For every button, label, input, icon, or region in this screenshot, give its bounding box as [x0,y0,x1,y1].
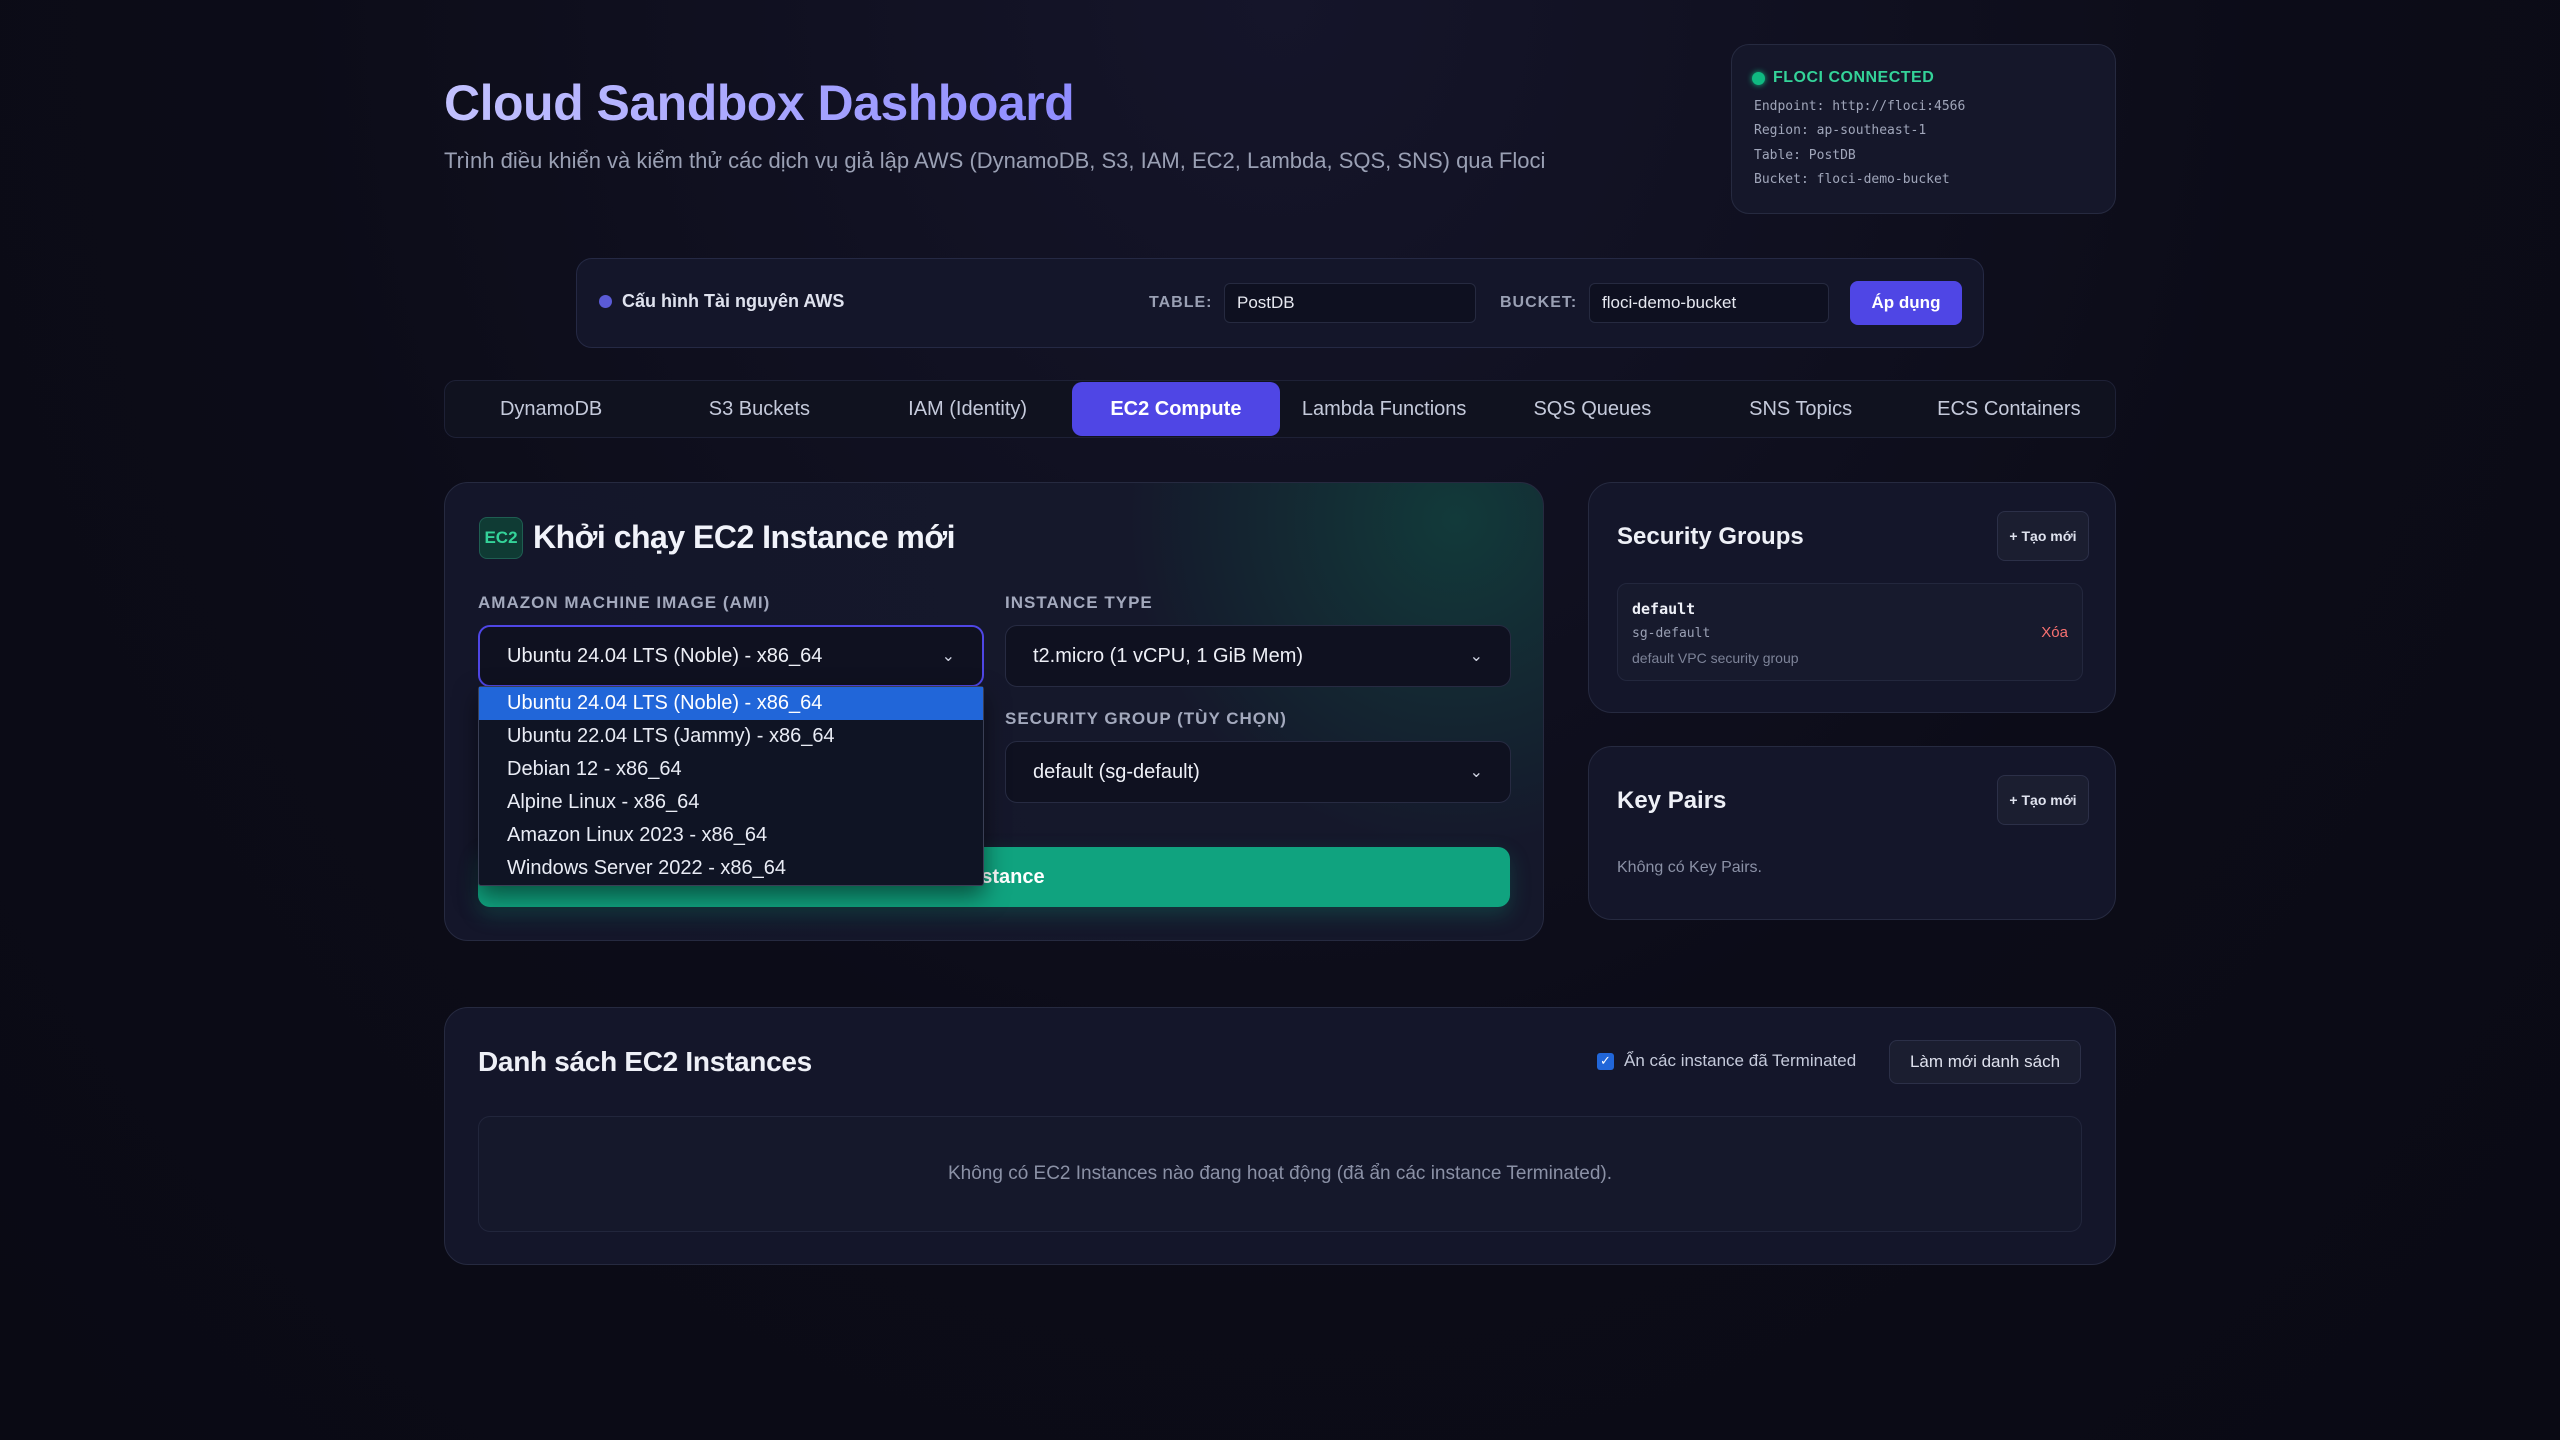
hide-terminated-label: Ẩn các instance đã Terminated [1624,1051,1857,1070]
checkbox-checked-icon[interactable]: ✓ [1597,1052,1614,1070]
tab-ecs-containers[interactable]: ECS Containers [1905,382,2113,436]
security-groups-card: Security Groups + Tạo mới default sg-def… [1588,482,2116,713]
key-pairs-card: Key Pairs + Tạo mới Không có Key Pairs. [1588,746,2116,920]
table-field-label: TABLE: [1149,294,1213,311]
instance-type-select[interactable]: t2.micro (1 vCPU, 1 GiB Mem) ⌄ [1005,625,1511,687]
instance-type-label: INSTANCE TYPE [1005,593,1153,612]
tab-dynamodb[interactable]: DynamoDB [447,382,655,436]
chevron-down-icon: ⌄ [1469,764,1483,781]
instances-card: Danh sách EC2 Instances ✓ Ẩn các instanc… [444,1007,2116,1265]
security-groups-title: Security Groups [1617,523,1804,550]
tab-ec2-compute[interactable]: EC2 Compute [1071,382,1280,436]
ami-option[interactable]: Ubuntu 22.04 LTS (Jammy) - x86_64 [479,720,983,753]
new-security-group-button[interactable]: + Tạo mới [1997,511,2089,561]
ec2-icon: EC2 [479,517,523,559]
status-dot-icon [1752,71,1765,85]
ami-option[interactable]: Windows Server 2022 - x86_64 [479,852,983,885]
security-group-name: default [1632,600,1696,618]
tab-s3-buckets[interactable]: S3 Buckets [655,382,863,436]
new-key-pair-button[interactable]: + Tạo mới [1997,775,2089,825]
connection-card: FLOCI CONNECTED Endpoint: http://floci:4… [1731,44,2116,214]
resource-config-bar: Cấu hình Tài nguyên AWS TABLE: BUCKET: Á… [576,258,1984,348]
refresh-list-button[interactable]: Làm mới danh sách [1889,1040,2081,1084]
security-group-id: sg-default [1632,626,1711,641]
ami-option[interactable]: Alpine Linux - x86_64 [479,786,983,819]
ami-label: AMAZON MACHINE IMAGE (AMI) [478,593,771,612]
tab-lambda-functions[interactable]: Lambda Functions [1280,382,1488,436]
instances-title: Danh sách EC2 Instances [478,1046,812,1077]
delete-security-group-link[interactable]: Xóa [2041,624,2068,641]
config-title: Cấu hình Tài nguyên AWS [599,291,844,312]
ami-select[interactable]: Ubuntu 24.04 LTS (Noble) - x86_64 ⌄ [478,625,984,687]
tab-sqs-queues[interactable]: SQS Queues [1488,382,1696,436]
tab-sns-topics[interactable]: SNS Topics [1697,382,1905,436]
ami-option[interactable]: Amazon Linux 2023 - x86_64 [479,819,983,852]
bucket-input[interactable] [1589,283,1829,323]
page-subtitle: Trình điều khiển và kiểm thử các dịch vụ… [444,148,1546,173]
config-dot-icon [599,295,612,308]
page-title: Cloud Sandbox Dashboard [444,75,1075,131]
security-group-item: default sg-default default VPC security … [1617,583,2083,681]
config-title-label: Cấu hình Tài nguyên AWS [622,291,845,311]
bucket-field-label: BUCKET: [1500,294,1578,311]
security-group-value: default (sg-default) [1033,760,1200,783]
ami-option[interactable]: Debian 12 - x86_64 [479,753,983,786]
chevron-down-icon: ⌄ [1469,648,1483,665]
table-input[interactable] [1224,283,1476,323]
connection-table: Table: PostDB [1754,148,1856,163]
ami-option[interactable]: Ubuntu 24.04 LTS (Noble) - x86_64 [479,687,983,720]
hide-terminated-toggle[interactable]: ✓ Ẩn các instance đã Terminated [1597,1051,1856,1071]
instance-type-value: t2.micro (1 vCPU, 1 GiB Mem) [1033,644,1304,667]
service-tabs: DynamoDB S3 Buckets IAM (Identity) EC2 C… [444,380,2116,438]
instances-empty: Không có EC2 Instances nào đang hoạt độn… [478,1116,2082,1232]
connection-endpoint: Endpoint: http://floci:4566 [1754,99,1966,114]
security-group-select[interactable]: default (sg-default) ⌄ [1005,741,1511,803]
tab-iam[interactable]: IAM (Identity) [864,382,1072,436]
key-pairs-title: Key Pairs [1617,787,1727,814]
ami-dropdown-list: Ubuntu 24.04 LTS (Noble) - x86_64 Ubuntu… [478,686,984,886]
connection-region: Region: ap-southeast-1 [1754,123,1927,138]
security-group-desc: default VPC security group [1632,650,1799,666]
security-group-label: SECURITY GROUP (TÙY CHỌN) [1005,709,1287,728]
apply-button[interactable]: Áp dụng [1850,281,1962,325]
connection-bucket: Bucket: floci-demo-bucket [1754,172,1950,187]
launch-title: Khởi chạy EC2 Instance mới [533,519,955,555]
connection-status-label: FLOCI CONNECTED [1773,69,1935,86]
connection-status: FLOCI CONNECTED [1752,69,1934,87]
key-pairs-empty: Không có Key Pairs. [1617,859,1762,876]
chevron-down-icon: ⌄ [941,648,955,665]
ami-select-value: Ubuntu 24.04 LTS (Noble) - x86_64 [507,644,823,667]
